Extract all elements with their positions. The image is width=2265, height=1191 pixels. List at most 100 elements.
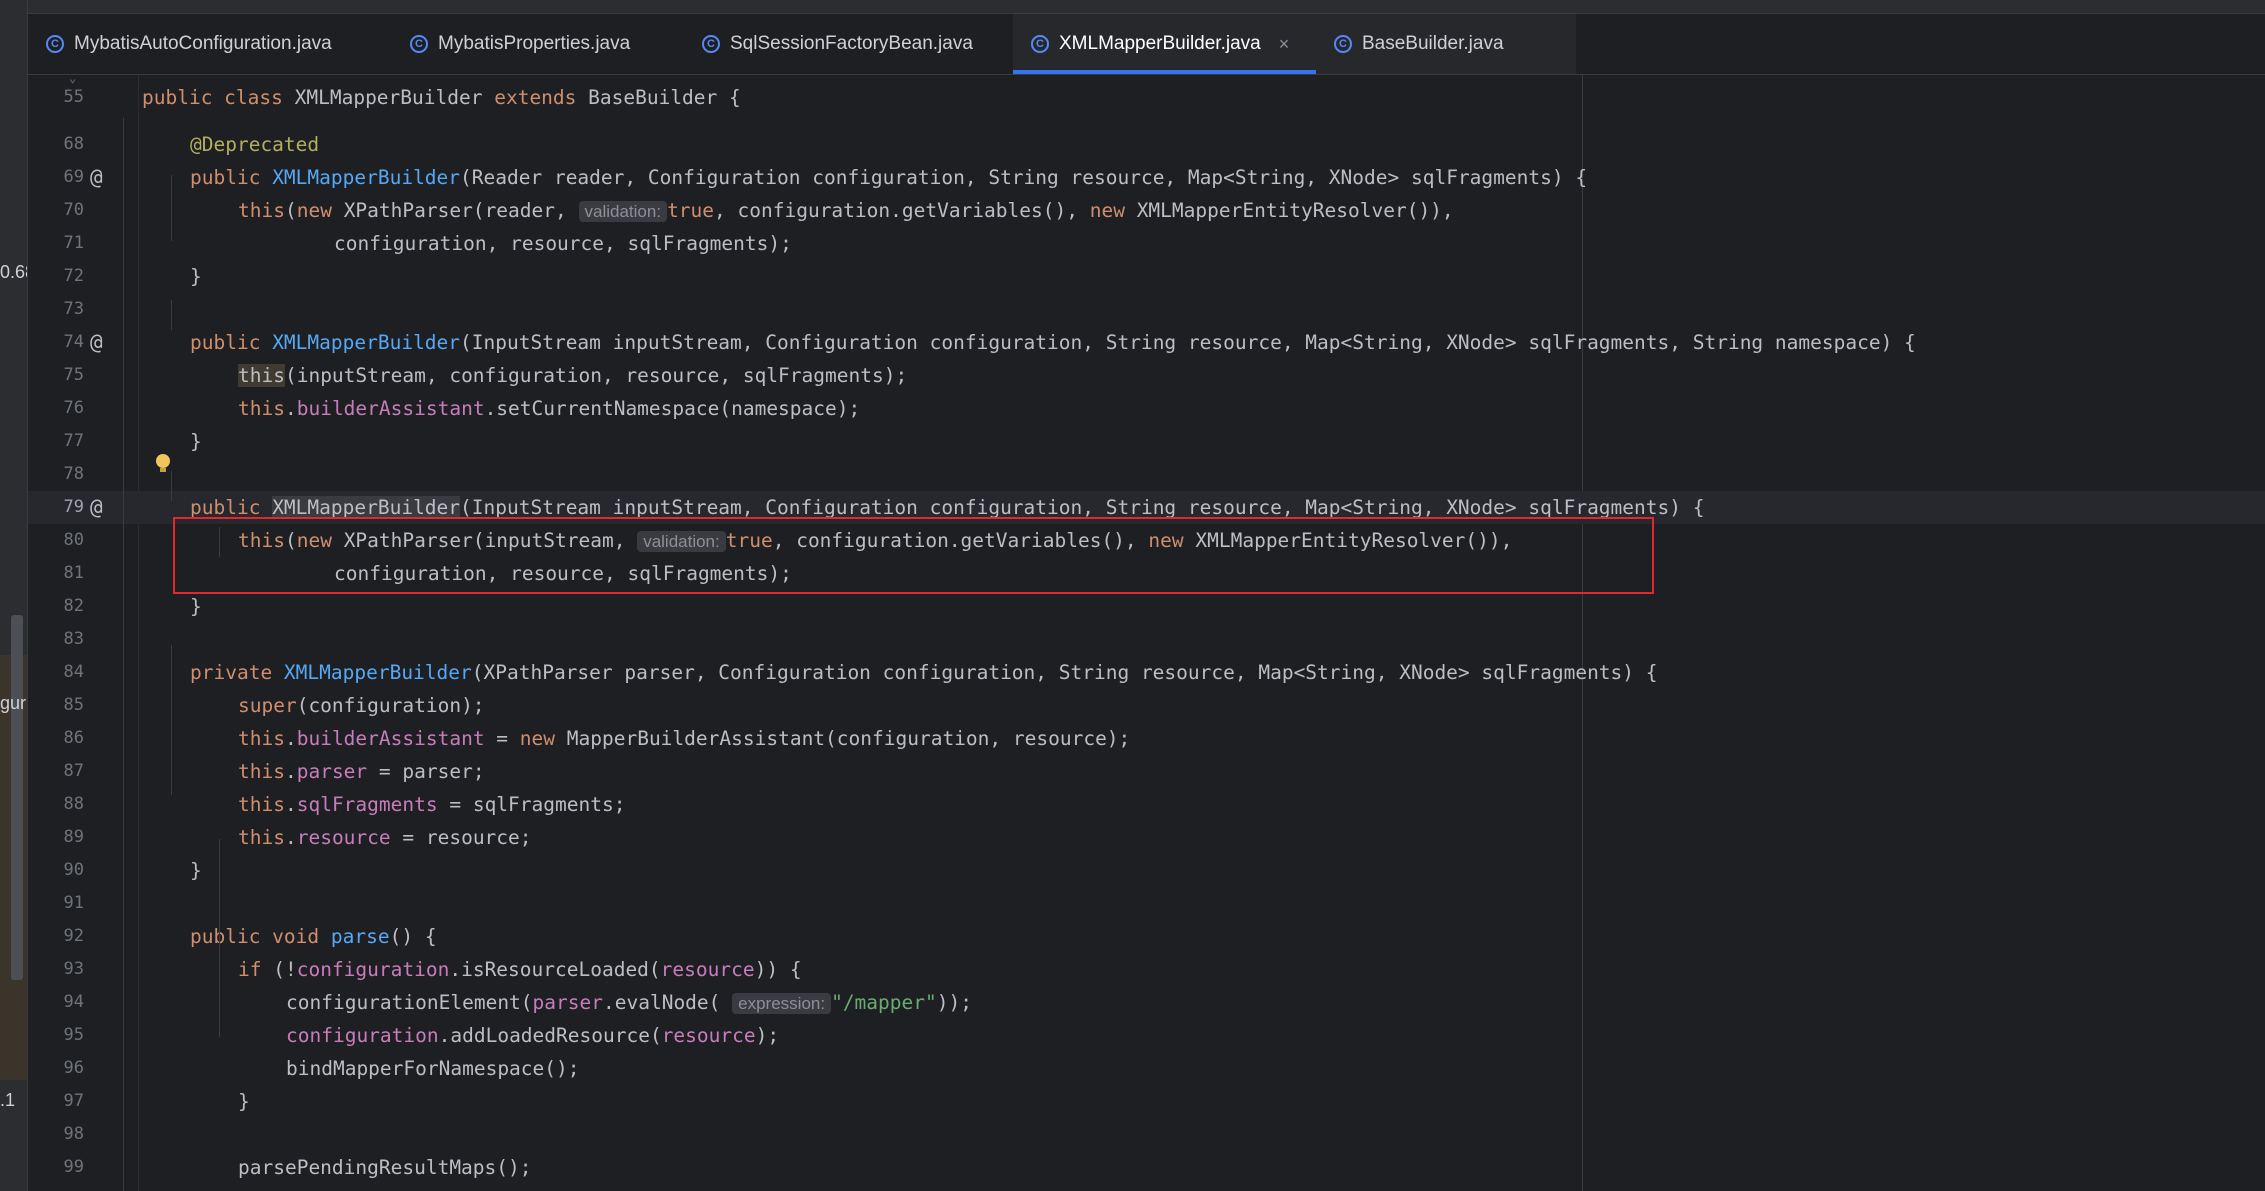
code-token: .isResourceLoaded(: [449, 958, 661, 981]
code-line[interactable]: 84 private XMLMapperBuilder(XPathParser p…: [28, 656, 2265, 689]
code-line[interactable]: 70 this(new XPathParser(reader, validatio…: [28, 194, 2265, 227]
code-line[interactable]: 92 public void parse() {: [28, 920, 2265, 953]
code-line[interactable]: 75 this(inputStream, configuration, resou…: [28, 359, 2265, 392]
code-line[interactable]: 93 if (!configuration.isResourceLoaded(re…: [28, 953, 2265, 986]
class-c-icon: C: [702, 35, 720, 53]
line-number[interactable]: 77: [28, 425, 84, 458]
code-token: bindMapperForNamespace();: [286, 1057, 580, 1080]
code-line[interactable]: 77}: [28, 425, 2265, 458]
code-token: new: [519, 727, 567, 750]
code-token: builderAssistant: [296, 727, 485, 750]
line-number[interactable]: 78: [28, 458, 84, 491]
code-line[interactable]: 95 configuration.addLoadedResource(resour…: [28, 1019, 2265, 1052]
line-number[interactable]: 96: [28, 1052, 84, 1085]
code-token: }: [238, 1090, 250, 1113]
code-token: this: [238, 397, 285, 420]
code-line[interactable]: 90}: [28, 854, 2265, 887]
tab-label: MybatisProperties.java: [438, 33, 631, 54]
code-line[interactable]: 85 super(configuration);: [28, 689, 2265, 722]
top-toolbar-strip: [0, 0, 2265, 14]
code-line[interactable]: 96 bindMapperForNamespace();: [28, 1052, 2265, 1085]
code-text: public XMLMapperBuilder(Reader reader, C…: [190, 161, 1587, 194]
annotation-marker-icon[interactable]: @: [90, 326, 103, 359]
code-text: this.builderAssistant.setCurrentNamespac…: [238, 392, 860, 425]
line-number[interactable]: 83: [28, 623, 84, 656]
code-token: .evalNode(: [603, 991, 733, 1014]
line-number[interactable]: 93: [28, 953, 84, 986]
code-token: new: [1089, 199, 1137, 222]
line-number[interactable]: 73: [28, 293, 84, 326]
line-number[interactable]: 80: [28, 524, 84, 557]
code-line[interactable]: 89 this.resource = resource;: [28, 821, 2265, 854]
tab-sql-session-factory-bean[interactable]: C SqlSessionFactoryBean.java: [684, 14, 1018, 74]
code-token: = sqlFragments;: [437, 793, 626, 816]
line-number[interactable]: 99: [28, 1151, 84, 1184]
line-number[interactable]: 84: [28, 656, 84, 689]
line-number[interactable]: 70: [28, 194, 84, 227]
panel-text-fragment: .1: [0, 1090, 16, 1110]
code-line[interactable]: 78: [28, 458, 2265, 491]
code-line[interactable]: 68 @Deprecated: [28, 128, 2265, 161]
code-line[interactable]: 82}: [28, 590, 2265, 623]
code-token: = parser;: [367, 760, 485, 783]
indent-guide: [171, 300, 172, 330]
tab-mybatis-auto-configuration[interactable]: C MybatisAutoConfiguration.java: [28, 14, 390, 74]
line-number[interactable]: 92: [28, 920, 84, 953]
code-token: (configuration);: [296, 694, 485, 717]
line-number[interactable]: 81: [28, 557, 84, 590]
line-number[interactable]: 72: [28, 260, 84, 293]
code-editor[interactable]: ⌄ 55 public class XMLMapperBuilder extend…: [28, 75, 2265, 1191]
tab-base-builder[interactable]: C BaseBuilder.java: [1316, 14, 1576, 74]
code-line[interactable]: 76 this.builderAssistant.setCurrentNamesp…: [28, 392, 2265, 425]
line-number[interactable]: 55: [28, 81, 84, 114]
line-number[interactable]: 75: [28, 359, 84, 392]
line-number[interactable]: 88: [28, 788, 84, 821]
line-number[interactable]: 82: [28, 590, 84, 623]
line-number[interactable]: 87: [28, 755, 84, 788]
code-line[interactable]: 71 configuration, resource, sqlFragments)…: [28, 227, 2265, 260]
line-number[interactable]: 90: [28, 854, 84, 887]
line-number[interactable]: 71: [28, 227, 84, 260]
code-line[interactable]: 72}: [28, 260, 2265, 293]
line-number[interactable]: 74: [28, 326, 84, 359]
code-line[interactable]: 74 @ public XMLMapperBuilder(InputStream i…: [28, 326, 2265, 359]
lightbulb-icon[interactable]: [156, 454, 170, 472]
code-line[interactable]: 94 configurationElement(parser.evalNode( …: [28, 986, 2265, 1019]
code-line[interactable]: 86 this.builderAssistant = new MapperBuil…: [28, 722, 2265, 755]
code-token: .addLoadedResource(: [438, 1024, 662, 1047]
line-number[interactable]: 98: [28, 1118, 84, 1151]
code-line[interactable]: 97}: [28, 1085, 2265, 1118]
code-line[interactable]: 69 @ public XMLMapperBuilder(Reader reader…: [28, 161, 2265, 194]
code-line[interactable]: 99 parsePendingResultMaps();: [28, 1151, 2265, 1184]
code-line[interactable]: 91: [28, 887, 2265, 920]
line-number[interactable]: 94: [28, 986, 84, 1019]
line-number[interactable]: 85: [28, 689, 84, 722]
line-number[interactable]: 79: [28, 491, 84, 524]
line-number[interactable]: 97: [28, 1085, 84, 1118]
close-icon[interactable]: ×: [1279, 34, 1290, 55]
code-line[interactable]: 98: [28, 1118, 2265, 1151]
line-number[interactable]: 69: [28, 161, 84, 194]
code-token: (: [284, 199, 297, 222]
annotation-marker-icon[interactable]: @: [90, 491, 103, 524]
line-number[interactable]: 89: [28, 821, 84, 854]
parameter-hint: validation:: [578, 201, 668, 222]
code-text: @Deprecated: [190, 128, 319, 161]
line-number[interactable]: 68: [28, 128, 84, 161]
annotation-marker-icon[interactable]: @: [90, 161, 103, 194]
line-number[interactable]: 95: [28, 1019, 84, 1052]
line-number[interactable]: 91: [28, 887, 84, 920]
code-text: public XMLMapperBuilder(InputStream inpu…: [190, 326, 1916, 359]
panel-scrollbar[interactable]: [11, 615, 23, 980]
tab-xml-mapper-builder[interactable]: C XMLMapperBuilder.java ×: [1013, 14, 1316, 74]
line-number[interactable]: 76: [28, 392, 84, 425]
code-line[interactable]: 73: [28, 293, 2265, 326]
line-number[interactable]: 86: [28, 722, 84, 755]
code-token: @Deprecated: [190, 133, 320, 156]
tab-mybatis-properties[interactable]: C MybatisProperties.java: [392, 14, 682, 74]
code-line[interactable]: 87 this.parser = parser;: [28, 755, 2265, 788]
code-line[interactable]: 88 this.sqlFragments = sqlFragments;: [28, 788, 2265, 821]
code-line[interactable]: 83: [28, 623, 2265, 656]
code-token: .: [284, 727, 297, 750]
code-line[interactable]: 55 public class XMLMapperBuilder extends …: [28, 81, 2265, 114]
